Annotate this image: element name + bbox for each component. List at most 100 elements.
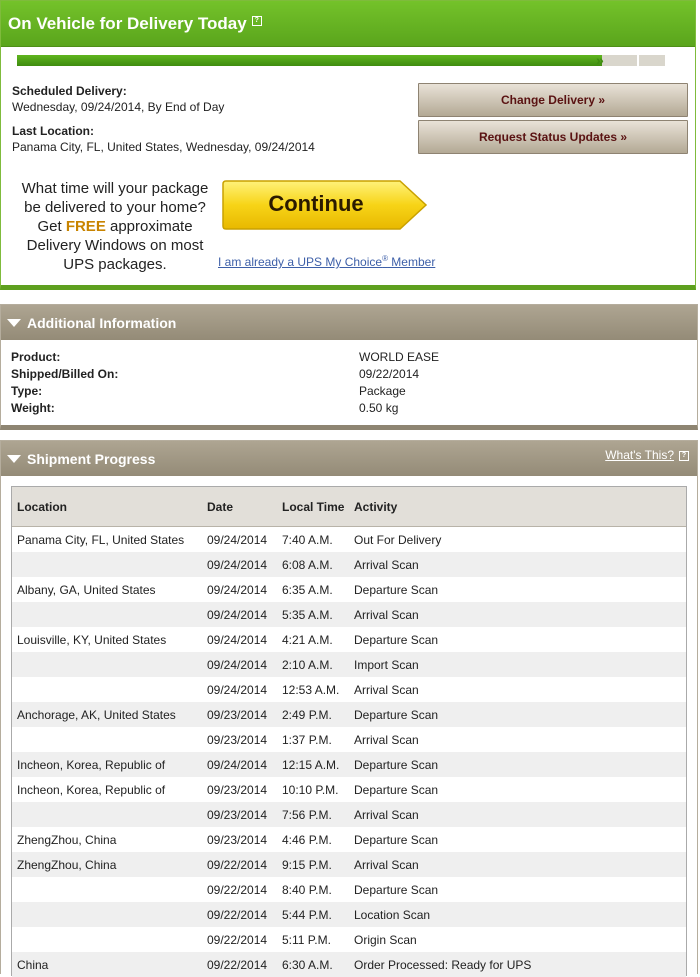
cell-activity: Arrival Scan xyxy=(349,602,686,627)
cell-local-time: 12:53 A.M. xyxy=(282,682,340,697)
table-row: 09/22/2014 5:11 P.M. Origin Scan xyxy=(12,927,686,952)
help-icon: ? xyxy=(679,450,689,461)
table-row: Incheon, Korea, Republic of 09/23/2014 10:… xyxy=(12,777,686,802)
table-header-row: Location Date Local Time Activity xyxy=(12,487,686,527)
cell-location xyxy=(12,727,202,752)
last-location-value: Panama City, FL, United States, Wednesda… xyxy=(12,140,315,154)
info-row-label: Shipped/Billed On: xyxy=(11,367,119,381)
table-row: Incheon, Korea, Republic of 09/24/2014 12:… xyxy=(12,752,686,777)
info-row-label: Weight: xyxy=(11,401,55,415)
status-title-text: On Vehicle for Delivery Today xyxy=(8,14,247,33)
cell-activity: Out For Delivery xyxy=(354,532,442,547)
info-row-value: Package xyxy=(359,384,406,398)
member-link-suffix: Member xyxy=(387,255,436,269)
info-row-value: 0.50 kg xyxy=(359,401,399,415)
cell-local-time: 6:35 A.M. xyxy=(282,582,333,597)
cell-local-time: 5:35 A.M. xyxy=(277,602,349,627)
cell-location: Panama City, FL, United States xyxy=(17,532,185,547)
cell-date: 09/23/2014 xyxy=(207,732,268,747)
shipment-progress-panel: Shipment Progress What's This?? Location… xyxy=(0,440,698,977)
cell-activity: Departure Scan xyxy=(349,752,686,777)
info-row: Type: Package xyxy=(11,384,691,401)
status-title: On Vehicle for Delivery Today? xyxy=(8,14,262,34)
cell-date: 09/22/2014 xyxy=(207,932,268,947)
cell-activity: Departure Scan xyxy=(349,702,686,727)
cell-location xyxy=(12,602,202,627)
continue-button[interactable]: Continue xyxy=(222,180,428,230)
table-row: Panama City, FL, United States 09/24/2014… xyxy=(12,527,686,553)
cell-local-time: 12:15 A.M. xyxy=(277,752,349,777)
cell-date: 09/24/2014 xyxy=(207,582,268,597)
my-choice-promo-text: What time will your package be delivered… xyxy=(13,179,217,274)
additional-information-panel: Additional Information Product: WORLD EA… xyxy=(0,304,698,430)
shipment-progress-header[interactable]: Shipment Progress What's This?? xyxy=(1,441,697,476)
collapse-caret-icon[interactable] xyxy=(7,319,21,327)
member-link-text: I am already a UPS My Choice xyxy=(218,255,383,269)
cell-local-time: 9:15 P.M. xyxy=(277,852,349,877)
cell-location: Louisville, KY, United States xyxy=(17,632,167,647)
cell-location: Incheon, Korea, Republic of xyxy=(12,752,202,777)
progress-divider xyxy=(665,55,667,66)
cell-date: 09/23/2014 xyxy=(207,832,268,847)
collapse-caret-icon[interactable] xyxy=(7,455,21,463)
table-row: 09/24/2014 12:53 A.M. Arrival Scan xyxy=(12,677,686,702)
additional-information-header[interactable]: Additional Information xyxy=(1,305,697,340)
table-row: Anchorage, AK, United States 09/23/2014 2:… xyxy=(12,702,686,727)
progress-divider xyxy=(637,55,639,66)
shipment-progress-table-container: Location Date Local Time Activity Panama… xyxy=(11,486,687,977)
cell-date: 09/22/2014 xyxy=(202,852,277,877)
cell-date: 09/23/2014 xyxy=(202,802,277,827)
cell-local-time: 4:21 A.M. xyxy=(282,632,333,647)
whats-this-link[interactable]: What's This?? xyxy=(605,448,689,462)
cell-activity: Arrival Scan xyxy=(349,852,686,877)
scheduled-delivery-label: Scheduled Delivery: xyxy=(12,84,127,98)
cell-activity: Arrival Scan xyxy=(354,732,419,747)
cell-date: 09/24/2014 xyxy=(202,602,277,627)
help-icon[interactable]: ? xyxy=(251,16,262,27)
cell-location: ZhengZhou, China xyxy=(12,852,202,877)
table-row: ZhengZhou, China 09/23/2014 4:46 P.M. Depar… xyxy=(12,827,686,852)
table-row: 09/24/2014 6:08 A.M. Arrival Scan xyxy=(12,552,686,577)
my-choice-member-link[interactable]: I am already a UPS My Choice® Member xyxy=(218,254,435,269)
table-row: 09/22/2014 5:44 P.M. Location Scan xyxy=(12,902,686,927)
cell-date: 09/22/2014 xyxy=(202,902,277,927)
info-row-value: WORLD EASE xyxy=(359,350,440,364)
cell-date: 09/22/2014 xyxy=(207,882,268,897)
info-row: Shipped/Billed On: 09/22/2014 xyxy=(11,367,691,384)
cell-local-time: 6:08 A.M. xyxy=(277,552,349,577)
column-header-location: Location xyxy=(12,487,202,527)
shipment-progress-table: Location Date Local Time Activity Panama… xyxy=(12,487,686,977)
cell-location xyxy=(12,652,202,677)
cell-date: 09/22/2014 xyxy=(202,952,277,977)
cell-activity: Origin Scan xyxy=(354,932,417,947)
info-row-label: Type: xyxy=(11,384,43,398)
shipment-progress-title: Shipment Progress xyxy=(27,451,156,467)
cell-location: China xyxy=(12,952,202,977)
cell-local-time: 7:40 A.M. xyxy=(282,532,333,547)
cell-date: 09/23/2014 xyxy=(207,782,268,797)
request-status-updates-button[interactable]: Request Status Updates » xyxy=(418,120,688,154)
table-row: 09/24/2014 2:10 A.M. Import Scan xyxy=(12,652,686,677)
info-row-value: 09/22/2014 xyxy=(359,367,420,381)
column-header-local-time: Local Time xyxy=(277,487,349,527)
cell-activity: Import Scan xyxy=(349,652,686,677)
table-row: 09/24/2014 5:35 A.M. Arrival Scan xyxy=(12,602,686,627)
column-header-date: Date xyxy=(202,487,277,527)
cell-local-time: 2:49 P.M. xyxy=(277,702,349,727)
info-row: Product: WORLD EASE xyxy=(11,350,691,367)
cell-local-time: 2:10 A.M. xyxy=(277,652,349,677)
change-delivery-button[interactable]: Change Delivery » xyxy=(418,83,688,117)
additional-information-title: Additional Information xyxy=(27,315,177,331)
progress-chevron-icon: » xyxy=(596,52,604,68)
cell-date: 09/24/2014 xyxy=(202,752,277,777)
cell-location xyxy=(12,927,202,952)
cell-location: Albany, GA, United States xyxy=(17,582,156,597)
cell-location: Incheon, Korea, Republic of xyxy=(17,782,166,797)
whats-this-text: What's This? xyxy=(605,448,674,462)
cell-local-time: 4:46 P.M. xyxy=(282,832,332,847)
cell-date: 09/24/2014 xyxy=(202,652,277,677)
cell-local-time: 1:37 P.M. xyxy=(282,732,332,747)
cell-activity: Departure Scan xyxy=(354,882,439,897)
delivery-progress-bar: » xyxy=(17,52,667,68)
cell-location xyxy=(12,877,202,902)
